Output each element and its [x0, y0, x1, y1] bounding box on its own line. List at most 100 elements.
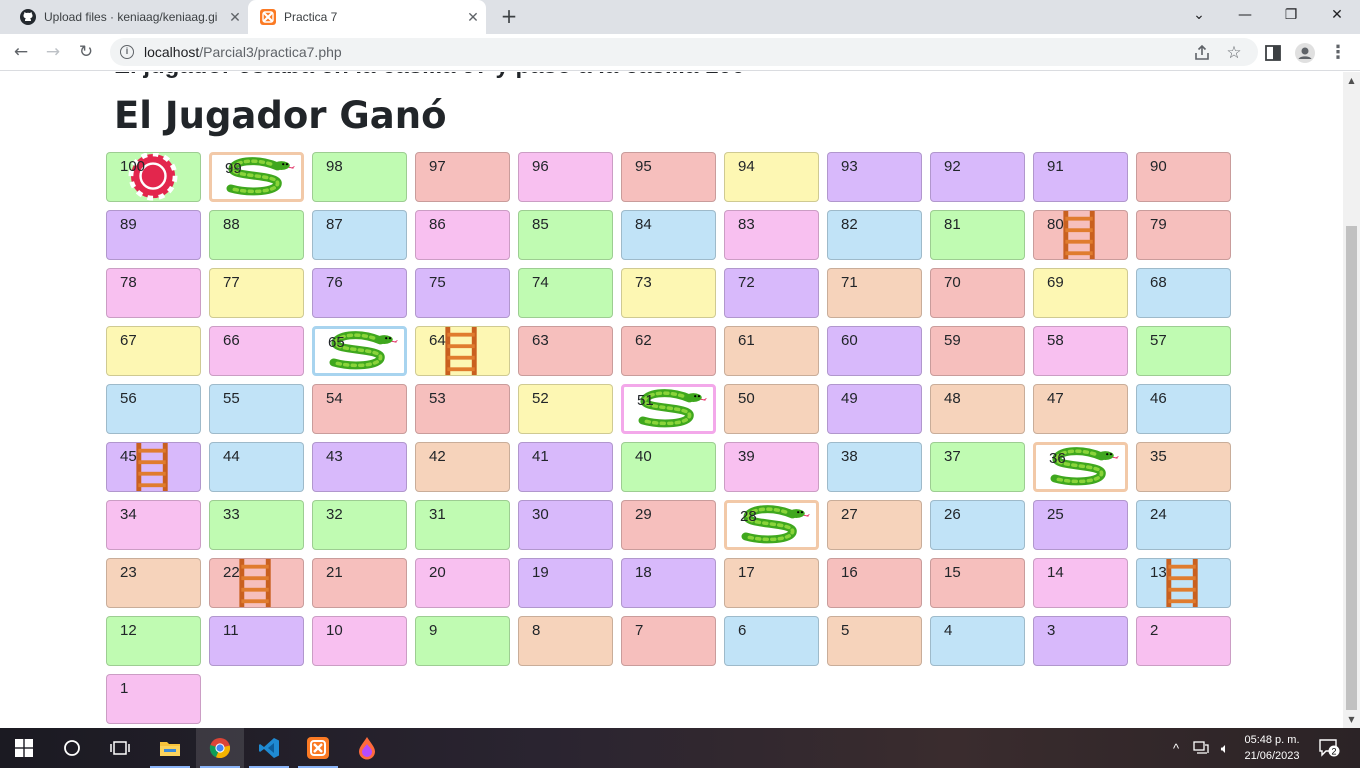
cell-number: 99: [225, 160, 242, 177]
tab-search-chevron-icon[interactable]: ⌄: [1176, 0, 1222, 30]
board-cell-83: 83: [724, 210, 819, 260]
side-panel-icon[interactable]: [1263, 43, 1283, 63]
board-cell-66: 66: [209, 326, 304, 376]
cell-number: 50: [738, 390, 755, 407]
cell-number: 64: [429, 332, 446, 349]
cell-number: 95: [635, 158, 652, 175]
board-cell-60: 60: [827, 326, 922, 376]
github-icon: [20, 9, 36, 25]
board-cell-31: 31: [415, 500, 510, 550]
forward-arrow-icon[interactable]: →: [40, 39, 66, 65]
board-cell-69: 69: [1033, 268, 1128, 318]
reload-icon[interactable]: ↻: [73, 39, 99, 65]
board-cell-85: 85: [518, 210, 613, 260]
board-cell-59: 59: [930, 326, 1025, 376]
show-hidden-icons-icon[interactable]: ^: [1166, 728, 1186, 768]
cell-number: 35: [1150, 448, 1167, 465]
cell-number: 53: [429, 390, 446, 407]
xampp-icon[interactable]: [294, 728, 342, 768]
cell-number: 28: [740, 508, 757, 525]
board-cell-75: 75: [415, 268, 510, 318]
close-tab-icon[interactable]: ✕: [222, 9, 248, 26]
new-tab-button[interactable]: +: [497, 4, 521, 28]
menu-kebab-icon[interactable]: ⋮: [1328, 43, 1348, 63]
board-cell-13: 13: [1136, 558, 1231, 608]
cell-number: 31: [429, 506, 446, 523]
cell-number: 93: [841, 158, 858, 175]
cell-number: 30: [532, 506, 549, 523]
board-cell-46: 46: [1136, 384, 1231, 434]
tab-upload-files[interactable]: Upload files · keniaag/keniaag.gi ✕: [8, 0, 248, 34]
board-cell-25: 25: [1033, 500, 1128, 550]
board-cell-73: 73: [621, 268, 716, 318]
system-clock[interactable]: 05:48 p. m. 21/06/2023: [1232, 732, 1312, 764]
cell-number: 24: [1150, 506, 1167, 523]
board-cell-70: 70: [930, 268, 1025, 318]
cell-number: 2: [1150, 622, 1159, 639]
cell-number: 97: [429, 158, 446, 175]
search-circle-icon[interactable]: [48, 728, 96, 768]
cell-number: 79: [1150, 216, 1167, 233]
chrome-icon[interactable]: [196, 728, 244, 768]
cell-number: 15: [944, 564, 961, 581]
scroll-down-arrow-icon[interactable]: ▼: [1347, 715, 1356, 724]
cell-number: 47: [1047, 390, 1064, 407]
cell-number: 54: [326, 390, 343, 407]
cell-number: 86: [429, 216, 446, 233]
cell-number: 80: [1047, 216, 1064, 233]
cell-number: 18: [635, 564, 652, 581]
cell-number: 58: [1047, 332, 1064, 349]
board-cell-51: 51: [621, 384, 716, 434]
paint-drop-icon[interactable]: [343, 728, 391, 768]
cell-number: 67: [120, 332, 137, 349]
board-cell-6: 6: [724, 616, 819, 666]
cell-number: 65: [328, 334, 345, 351]
windows-start-icon[interactable]: [0, 728, 48, 768]
page-scrollbar[interactable]: ▲ ▼: [1343, 72, 1360, 728]
cell-number: 22: [223, 564, 240, 581]
cell-number: 19: [532, 564, 549, 581]
bookmark-star-icon[interactable]: ☆: [1224, 43, 1244, 63]
board-cell-79: 79: [1136, 210, 1231, 260]
cell-number: 52: [532, 390, 549, 407]
cell-number: 48: [944, 390, 961, 407]
vscode-icon[interactable]: [245, 728, 293, 768]
clock-time: 05:48 p. m.: [1244, 734, 1300, 746]
cell-number: 9: [429, 622, 438, 639]
tab-practica-7[interactable]: Practica 7 ✕: [248, 0, 486, 34]
cell-number: 34: [120, 506, 137, 523]
board-cell-16: 16: [827, 558, 922, 608]
cell-number: 44: [223, 448, 240, 465]
board-cell-48: 48: [930, 384, 1025, 434]
board-cell-24: 24: [1136, 500, 1231, 550]
profile-avatar-icon[interactable]: [1295, 43, 1315, 63]
file-explorer-icon[interactable]: [146, 728, 194, 768]
scrollbar-thumb[interactable]: [1346, 226, 1357, 710]
network-icon[interactable]: [1190, 728, 1212, 768]
board-cell-62: 62: [621, 326, 716, 376]
cell-number: 6: [738, 622, 747, 639]
address-bar[interactable]: i localhost/Parcial3/practica7.php: [110, 38, 1258, 66]
cell-number: 81: [944, 216, 961, 233]
board-cell-28: 28: [724, 500, 819, 550]
back-arrow-icon[interactable]: ←: [8, 39, 34, 65]
cell-number: 23: [120, 564, 137, 581]
cell-number: 63: [532, 332, 549, 349]
restore-icon[interactable]: ❐: [1268, 0, 1314, 30]
cell-number: 38: [841, 448, 858, 465]
scroll-up-arrow-icon[interactable]: ▲: [1347, 76, 1356, 85]
close-tab-icon[interactable]: ✕: [460, 9, 486, 26]
close-window-icon[interactable]: ✕: [1314, 0, 1360, 30]
site-info-icon[interactable]: i: [120, 45, 134, 59]
task-view-icon[interactable]: [96, 728, 144, 768]
notification-center-icon[interactable]: 2: [1314, 728, 1344, 768]
board-cell-98: 98: [312, 152, 407, 202]
minimize-icon[interactable]: —: [1222, 0, 1268, 30]
board-cell-32: 32: [312, 500, 407, 550]
clock-date: 21/06/2023: [1244, 750, 1300, 762]
board-cell-45: 45: [106, 442, 201, 492]
share-icon[interactable]: [1192, 43, 1212, 63]
cell-number: 68: [1150, 274, 1167, 291]
board-cell-82: 82: [827, 210, 922, 260]
cell-number: 7: [635, 622, 644, 639]
